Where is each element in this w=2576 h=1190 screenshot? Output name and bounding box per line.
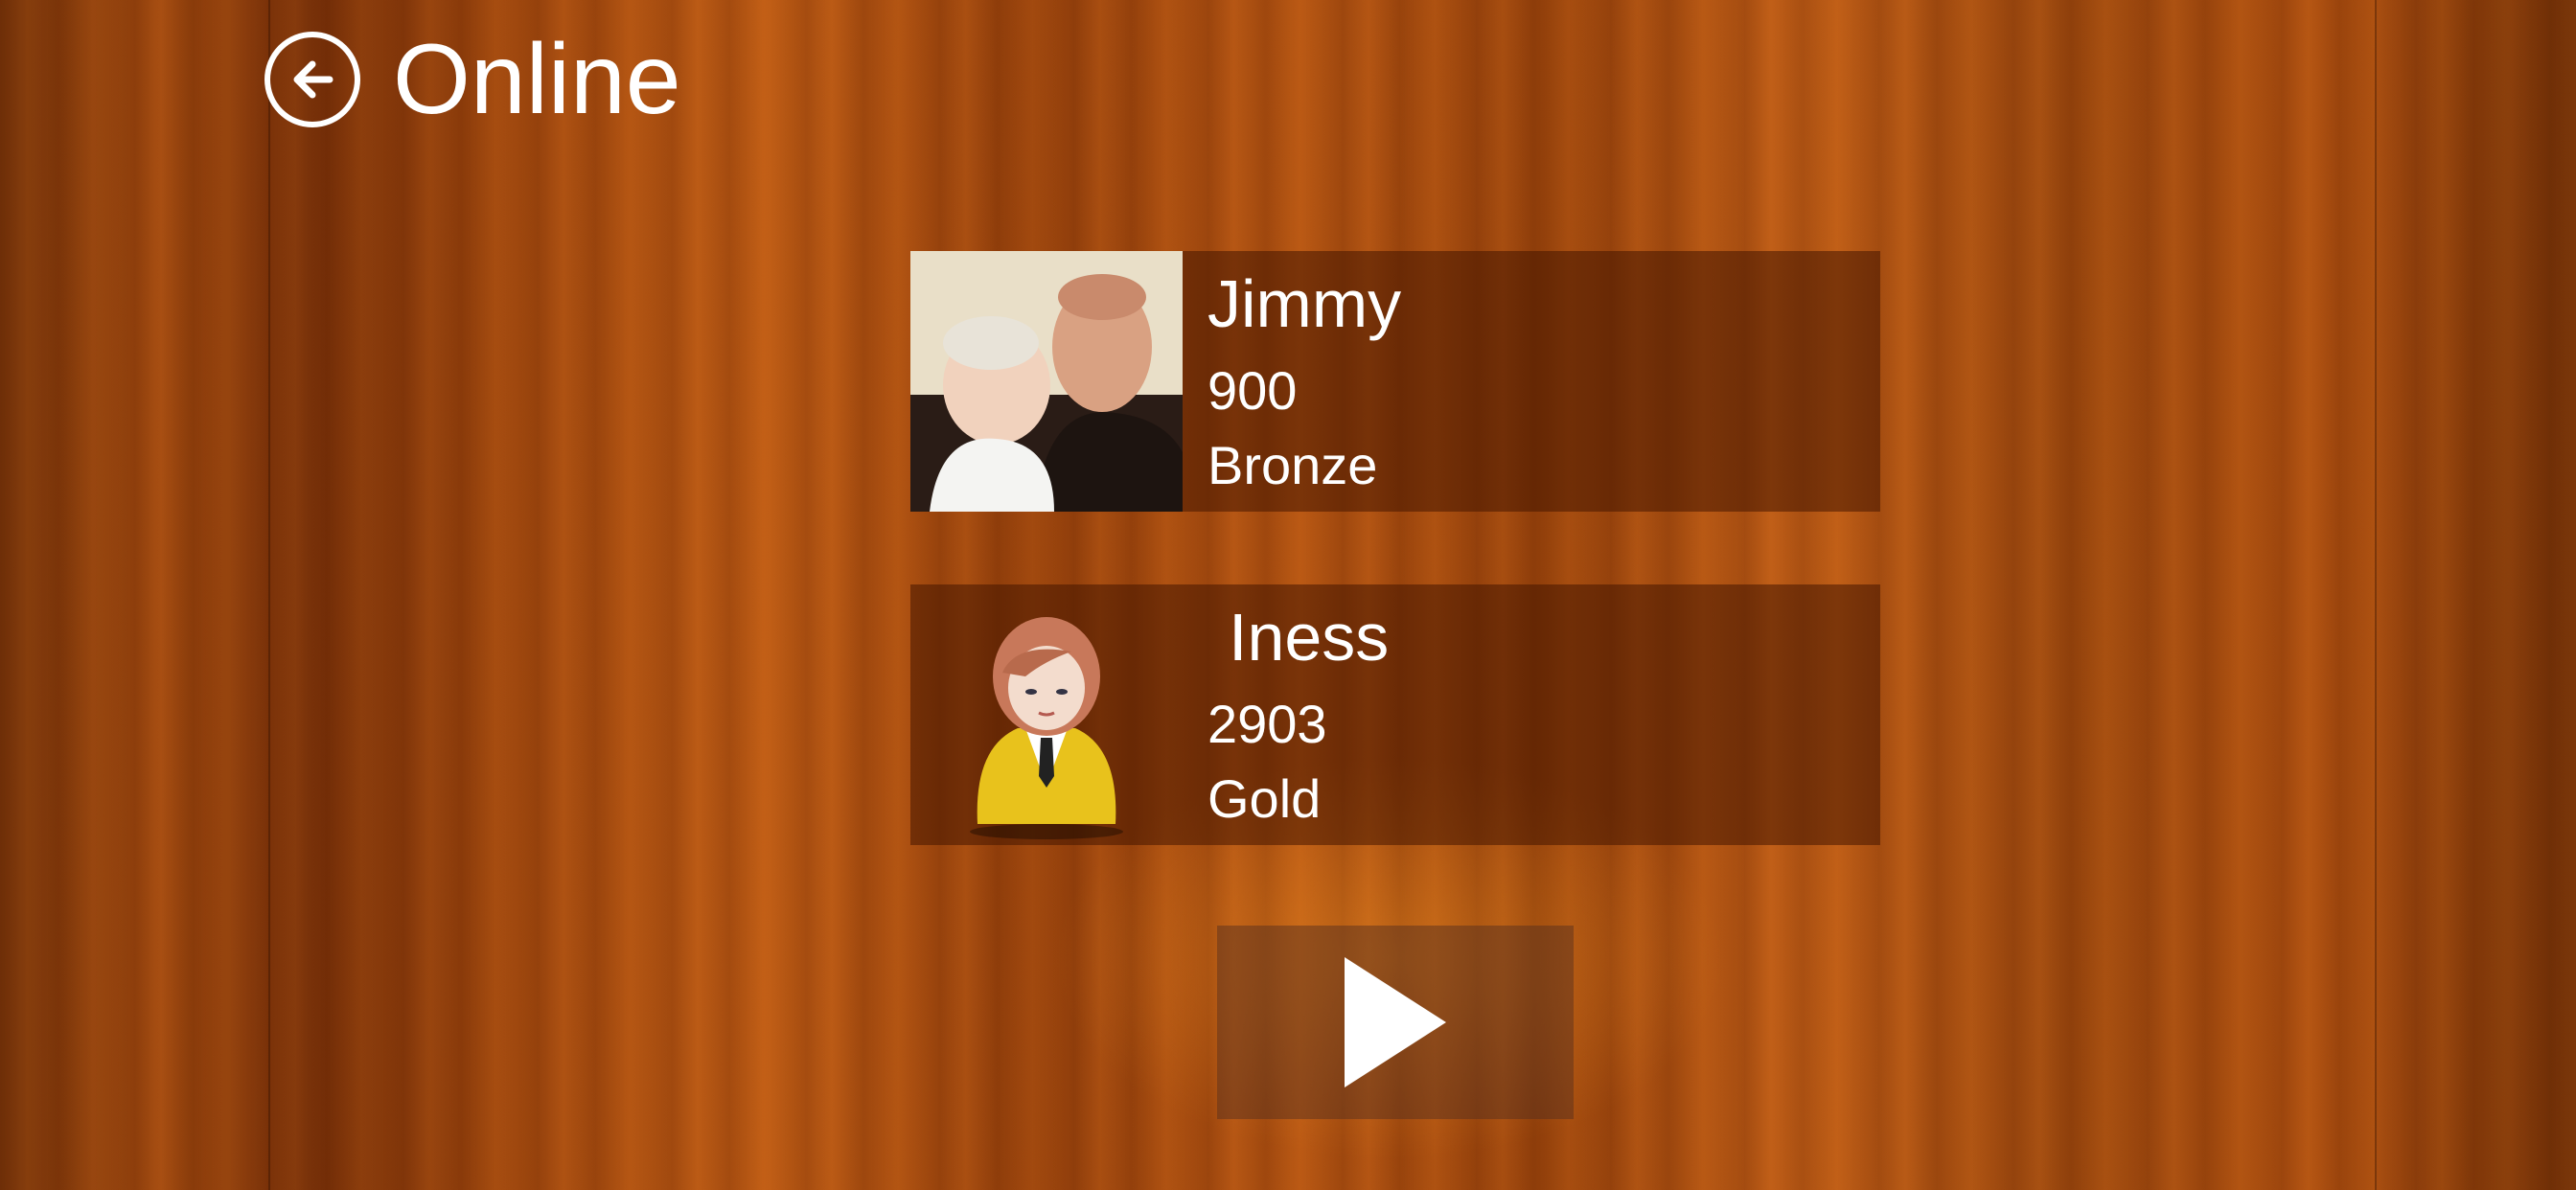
- player-rank: Gold: [1208, 768, 1322, 829]
- player-name: Jimmy: [1208, 266, 1402, 341]
- play-icon: [1345, 957, 1446, 1087]
- businesswoman-avatar-icon: [970, 617, 1123, 839]
- back-arrow-circle-icon: [293, 60, 334, 99]
- photo-avatar: [910, 251, 1183, 512]
- player-info: Iness 2903 Gold: [1183, 584, 1389, 845]
- play-button[interactable]: [1217, 926, 1574, 1119]
- header: Online: [264, 27, 681, 132]
- player-score: 2903: [1208, 694, 1327, 754]
- player-name: Iness: [1229, 600, 1390, 675]
- player-rank: Bronze: [1208, 435, 1378, 495]
- player-avatar-photo: [910, 251, 1183, 512]
- player-card[interactable]: Jimmy 900 Bronze: [910, 251, 1880, 512]
- page-title: Online: [393, 24, 681, 135]
- wood-panel-left: [0, 0, 270, 1190]
- player-score: 900: [1208, 360, 1298, 421]
- wood-panel-right: [2375, 0, 2576, 1190]
- back-button[interactable]: [264, 32, 360, 127]
- player-avatar: [910, 584, 1183, 845]
- player-card[interactable]: Iness 2903 Gold: [910, 584, 1880, 845]
- player-info: Jimmy 900 Bronze: [1183, 251, 1401, 512]
